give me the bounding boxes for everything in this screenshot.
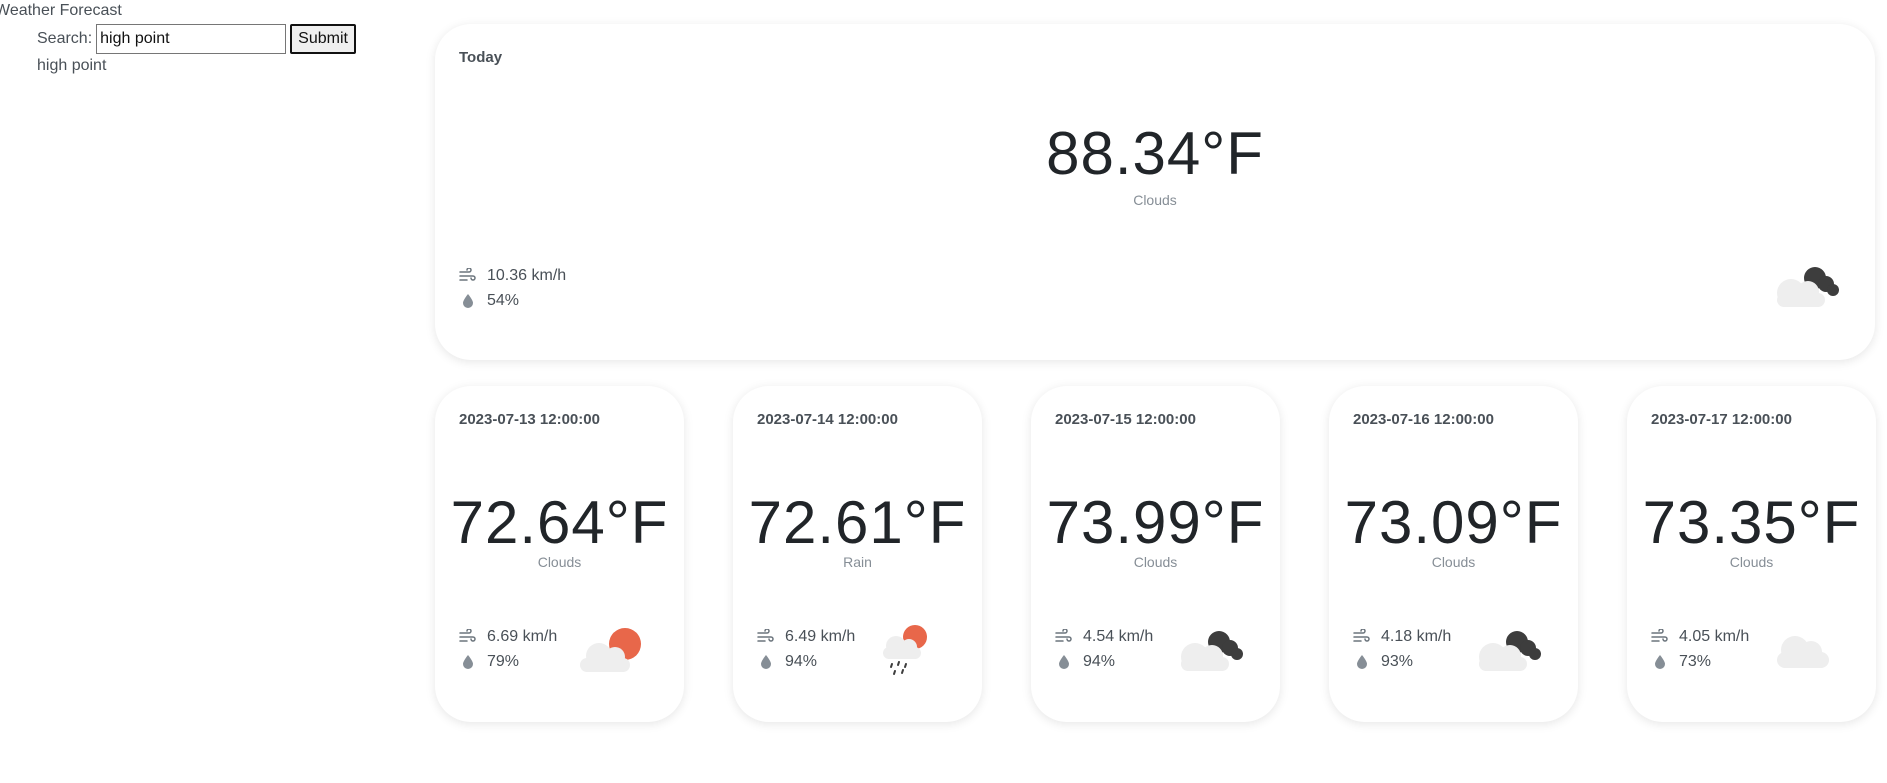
forecast-date: 2023-07-15 12:00:00 <box>1055 411 1196 428</box>
forecast-stats: 4.54 km/h 94% <box>1055 624 1153 674</box>
sun-cloud-icon <box>580 628 641 672</box>
forecast-stats: 6.69 km/h 79% <box>459 624 557 674</box>
forecast-condition: Clouds <box>537 554 582 570</box>
forecast-wind-value: 4.05 km/h <box>1679 627 1750 645</box>
wind-icon <box>757 628 774 642</box>
sun-rain-icon <box>883 625 927 675</box>
forecast-humidity-value: 79% <box>487 652 520 670</box>
forecast-wind: 4.18 km/h <box>1353 624 1451 649</box>
dark-clouds-icon <box>1777 267 1839 307</box>
wind-icon <box>1651 628 1668 642</box>
forecast-wind: 4.05 km/h <box>1651 624 1749 649</box>
humidity-icon <box>463 293 473 308</box>
forecast-card: 2023-07-17 12:00:00 73.35°F Clouds 4.05 … <box>1627 386 1876 722</box>
wind-icon <box>459 267 476 281</box>
dark-clouds-icon <box>1181 631 1243 671</box>
forecast-wind-value: 4.54 km/h <box>1083 627 1154 645</box>
forecast-temperature: 72.64°F <box>450 489 669 556</box>
forecast-condition: Clouds <box>1133 554 1178 570</box>
search-input[interactable] <box>96 24 287 54</box>
forecast-humidity: 79% <box>459 649 557 674</box>
forecast-temperature: 73.35°F <box>1642 489 1861 556</box>
forecast-stats: 4.05 km/h 73% <box>1651 624 1749 674</box>
forecast-temperature: 73.99°F <box>1046 489 1265 556</box>
forecast-temperature: 73.09°F <box>1344 489 1563 556</box>
forecast-temperature: 72.61°F <box>748 489 967 556</box>
today-stats: 10.36 km/h 54% <box>459 263 566 313</box>
submit-button[interactable]: Submit <box>290 24 356 54</box>
wind-icon <box>1353 628 1370 642</box>
wind-icon <box>459 628 476 642</box>
today-temperature: 88.34°F <box>1046 120 1264 187</box>
forecast-wind-value: 6.69 km/h <box>487 627 558 645</box>
forecast-wind-value: 4.18 km/h <box>1381 627 1452 645</box>
forecast-wind: 6.49 km/h <box>757 624 855 649</box>
forecast-humidity: 93% <box>1353 649 1451 674</box>
forecast-date: 2023-07-17 12:00:00 <box>1651 411 1792 428</box>
forecast-humidity-value: 94% <box>785 652 818 670</box>
forecast-humidity-value: 93% <box>1381 652 1414 670</box>
today-humidity-value: 54% <box>487 291 520 309</box>
forecast-date: 2023-07-14 12:00:00 <box>757 411 898 428</box>
forecast-wind: 6.69 km/h <box>459 624 557 649</box>
forecast-card: 2023-07-15 12:00:00 73.99°F Clouds 4.54 … <box>1031 386 1280 722</box>
forecast-condition: Clouds <box>1729 554 1774 570</box>
today-card: Today 88.34°F Clouds 10.36 km/h 54% <box>435 24 1875 360</box>
searched-city: high point <box>37 57 107 74</box>
forecast-stats: 4.18 km/h 93% <box>1353 624 1451 674</box>
forecast-condition: Rain <box>843 554 872 570</box>
humidity-icon <box>1357 654 1367 669</box>
today-wind: 10.36 km/h <box>459 263 566 288</box>
forecast-date: 2023-07-13 12:00:00 <box>459 411 600 428</box>
forecast-card: 2023-07-14 12:00:00 72.61°F Rain 6.49 km… <box>733 386 982 722</box>
app-title: Weather Forecast <box>0 2 122 19</box>
today-condition: Clouds <box>1133 192 1177 208</box>
wind-icon <box>1055 628 1072 642</box>
forecast-stats: 6.49 km/h 94% <box>757 624 855 674</box>
humidity-icon <box>463 654 473 669</box>
today-humidity: 54% <box>459 288 566 313</box>
cloud-icon <box>1777 636 1829 668</box>
forecast-humidity: 94% <box>1055 649 1153 674</box>
forecast-humidity: 94% <box>757 649 855 674</box>
forecast-humidity: 73% <box>1651 649 1749 674</box>
humidity-icon <box>1655 654 1665 669</box>
search-label: Search: <box>37 30 93 47</box>
humidity-icon <box>1059 654 1069 669</box>
forecast-date: 2023-07-16 12:00:00 <box>1353 411 1494 428</box>
search-form: Search: Submit <box>37 24 356 54</box>
forecast-condition: Clouds <box>1431 554 1476 570</box>
forecast-card: 2023-07-13 12:00:00 72.64°F Clouds 6.69 … <box>435 386 684 722</box>
forecast-card: 2023-07-16 12:00:00 73.09°F Clouds 4.18 … <box>1329 386 1578 722</box>
today-label: Today <box>459 49 503 66</box>
forecast-wind: 4.54 km/h <box>1055 624 1153 649</box>
forecast-humidity-value: 94% <box>1083 652 1116 670</box>
today-wind-value: 10.36 km/h <box>487 266 567 284</box>
forecast-humidity-value: 73% <box>1679 652 1712 670</box>
dark-clouds-icon <box>1479 631 1541 671</box>
humidity-icon <box>761 654 771 669</box>
forecast-wind-value: 6.49 km/h <box>785 627 856 645</box>
